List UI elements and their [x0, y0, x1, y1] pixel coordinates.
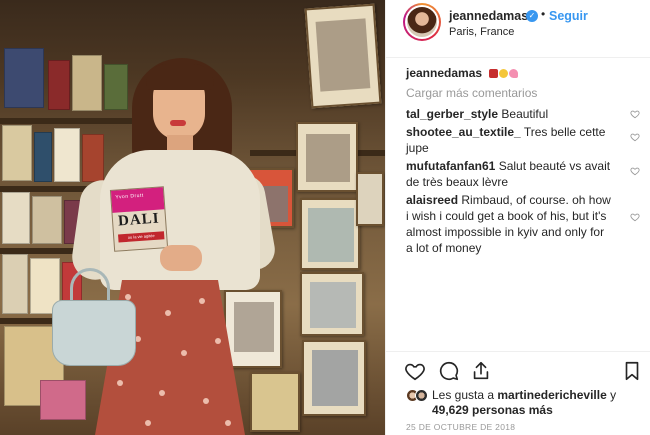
shelf-book	[40, 380, 86, 420]
comment-username[interactable]: mufutafanfan61	[406, 159, 495, 173]
shelf-book	[4, 48, 44, 108]
vintage-print	[302, 340, 366, 416]
smile-emoji-icon	[499, 69, 509, 78]
shelf-book	[2, 254, 28, 314]
shelf-book	[2, 192, 30, 244]
like-heart-icon[interactable]	[404, 360, 426, 382]
comment-heart-icon[interactable]	[630, 132, 640, 142]
vintage-print	[300, 198, 360, 270]
vintage-print	[300, 272, 364, 336]
comment-text: Beautiful	[501, 107, 549, 121]
shelf-book	[32, 196, 62, 244]
load-more-comments[interactable]: Cargar más comentarios	[406, 86, 537, 100]
avatar-image	[407, 7, 437, 37]
comment: tal_gerber_style Beautiful	[406, 106, 614, 122]
comment: mufutafanfan61 Salut beauté vs avait de …	[406, 158, 614, 190]
shelf-book	[72, 55, 102, 111]
liker-username[interactable]: martinedericheville	[497, 388, 606, 402]
shelf-book	[34, 132, 52, 182]
likes-count[interactable]: 49,629 personas más	[432, 403, 553, 417]
book-emoji-icon	[489, 69, 499, 78]
comment-heart-icon[interactable]	[630, 109, 640, 119]
hair-bangs	[146, 64, 214, 90]
shelf-book	[48, 60, 70, 110]
vintage-print	[224, 290, 282, 368]
caption-username[interactable]: jeannedamas	[406, 66, 482, 80]
post-sidebar: jeannedamas ✓ • Seguir Paris, France jea…	[385, 0, 650, 435]
shelf-book	[104, 64, 128, 110]
follow-button[interactable]: Seguir	[549, 9, 588, 23]
post-photo[interactable]: Yvon Drutt DALI ou la vie agitée	[0, 0, 385, 435]
vintage-print	[356, 172, 384, 226]
avatar[interactable]	[405, 5, 439, 39]
comment-heart-icon[interactable]	[630, 166, 640, 176]
comment-username[interactable]: shootee_au_textile_	[406, 125, 521, 139]
story-ring[interactable]	[403, 3, 441, 41]
comment-bubble-icon[interactable]	[438, 360, 460, 382]
post-actions	[386, 351, 650, 385]
book-subtitle: ou la vie agitée	[118, 231, 165, 243]
post-date[interactable]: 25 DE OCTUBRE DE 2018	[406, 422, 515, 432]
lips	[170, 120, 186, 126]
share-upload-icon[interactable]	[470, 360, 492, 382]
vintage-print	[296, 122, 358, 192]
username-link[interactable]: jeannedamas	[449, 9, 528, 23]
comment-heart-icon[interactable]	[630, 212, 640, 222]
separator-dot: •	[541, 7, 546, 21]
comment-username[interactable]: alaisreed	[406, 193, 458, 207]
book-title: DALI	[117, 210, 161, 230]
dali-book: Yvon Drutt DALI ou la vie agitée	[109, 186, 169, 252]
shelf-book	[54, 128, 80, 182]
shelf	[0, 118, 140, 124]
vintage-print	[304, 3, 382, 109]
comment-username[interactable]: tal_gerber_style	[406, 107, 498, 121]
likes-prefix: Les gusta a	[432, 388, 495, 402]
handbag	[52, 300, 136, 366]
post-header: jeannedamas ✓ • Seguir Paris, France	[386, 0, 650, 58]
vintage-print	[250, 372, 300, 432]
comment: shootee_au_textile_ Tres belle cette jup…	[406, 124, 614, 156]
comment: alaisreed Rimbaud, of course. oh how i w…	[406, 192, 614, 256]
likes-joiner: y	[610, 388, 617, 402]
liker-avatar[interactable]	[415, 389, 428, 402]
likes-count-text[interactable]: 49,629 personas más	[432, 403, 553, 417]
save-bookmark-icon[interactable]	[621, 360, 643, 382]
shelf-book	[2, 125, 32, 181]
hand	[160, 245, 202, 271]
post-caption: jeannedamas	[406, 66, 519, 80]
likes-summary: Les gusta a martinedericheville y	[432, 388, 616, 402]
verified-badge-icon: ✓	[526, 10, 538, 22]
heart-emoji-icon	[509, 69, 519, 78]
shelf-book	[82, 134, 104, 182]
location-link[interactable]: Paris, France	[449, 26, 514, 38]
